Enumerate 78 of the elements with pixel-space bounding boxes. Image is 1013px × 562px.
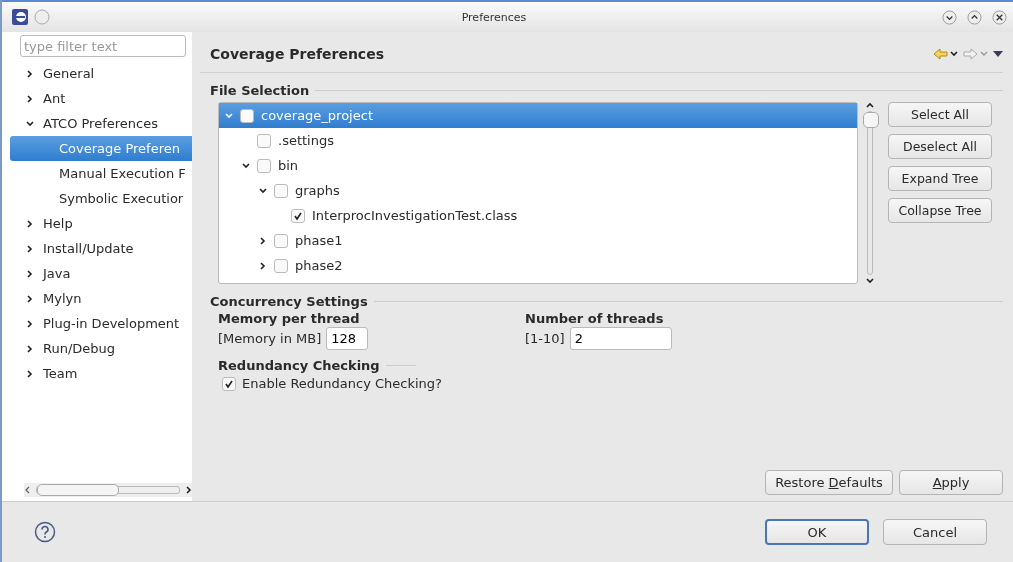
sidebar-item[interactable]: Java	[10, 261, 192, 286]
scrollbar-thumb[interactable]	[37, 484, 119, 496]
back-arrow-icon[interactable]	[933, 48, 959, 60]
checkbox[interactable]	[291, 208, 305, 223]
tree-button[interactable]: Expand Tree	[888, 166, 992, 191]
checkbox-label: Enable Redundancy Checking?	[242, 376, 442, 391]
tree-item[interactable]: graphs	[219, 178, 857, 203]
tree-item[interactable]: bin	[219, 153, 857, 178]
field-title: Number of threads	[525, 311, 665, 326]
field-label: [Memory in MB]	[218, 331, 322, 346]
tree-button[interactable]: Select All	[888, 102, 992, 127]
filter-field[interactable]: type filter text	[20, 35, 186, 57]
window-title: Preferences	[460, 10, 528, 24]
caret-down-icon[interactable]	[242, 161, 250, 170]
app-icon	[12, 9, 28, 25]
tree-item[interactable]: phase1	[219, 228, 857, 253]
checkbox[interactable]	[257, 133, 271, 148]
sidebar-item[interactable]: ATCO Preferences	[10, 111, 192, 136]
scroll-right-icon[interactable]	[184, 486, 192, 494]
caret-right-icon[interactable]	[26, 69, 34, 78]
field-title: Memory per thread	[218, 311, 361, 326]
caret-right-icon[interactable]	[259, 261, 267, 270]
caret-right-icon[interactable]	[26, 369, 34, 378]
tree-button[interactable]: Deselect All	[888, 134, 992, 159]
tree-item[interactable]: coverage_project	[219, 103, 857, 128]
caret-right-icon[interactable]	[26, 269, 34, 278]
sidebar-item[interactable]: Manual Execution F	[10, 161, 192, 186]
caret-right-icon[interactable]	[26, 344, 34, 353]
scroll-up-icon[interactable]	[866, 102, 874, 108]
caret-down-icon[interactable]	[26, 119, 34, 128]
page-title: Coverage Preferences	[210, 46, 385, 62]
tree-item[interactable]: InterprocInvestigationTest.class	[219, 203, 857, 228]
maximize-icon[interactable]	[967, 9, 982, 25]
caret-right-icon[interactable]	[26, 219, 34, 228]
scroll-left-icon[interactable]	[24, 486, 32, 494]
section-title: Concurrency Settings	[210, 294, 368, 309]
page-button[interactable]: Apply	[899, 470, 1003, 495]
caret-down-icon[interactable]	[259, 186, 267, 195]
scroll-down-icon[interactable]	[866, 278, 874, 284]
checkbox[interactable]	[222, 376, 236, 391]
checkbox[interactable]	[274, 233, 288, 248]
minimize-icon[interactable]	[942, 9, 957, 25]
tree-item[interactable]: .settings	[219, 128, 857, 153]
dialog-button[interactable]: Cancel	[883, 519, 987, 545]
sidebar-item[interactable]: Install/Update	[10, 236, 192, 261]
checkbox[interactable]	[274, 258, 288, 273]
sidebar-item[interactable]: Team	[10, 361, 192, 386]
horizontal-scrollbar[interactable]	[24, 483, 192, 497]
sidebar-item[interactable]: Help	[10, 211, 192, 236]
sidebar-item[interactable]: General	[10, 61, 192, 86]
menu-icon[interactable]	[993, 50, 1003, 58]
sidebar-item[interactable]: Plug-in Development	[10, 311, 192, 336]
sidebar-item[interactable]: Ant	[10, 86, 192, 111]
caret-right-icon[interactable]	[259, 236, 267, 245]
threads-field[interactable]: 2	[569, 327, 672, 350]
field-label: [1-10]	[525, 331, 565, 346]
vertical-scrollbar[interactable]	[862, 102, 878, 284]
scrollbar-thumb[interactable]	[863, 112, 879, 128]
close-icon[interactable]	[992, 9, 1007, 25]
sidebar-item[interactable]: Symbolic Executior	[10, 186, 192, 211]
sidebar-item[interactable]: Coverage Preferen	[10, 136, 192, 161]
section-title: File Selection	[210, 83, 310, 98]
sidebar-item[interactable]: Mylyn	[10, 286, 192, 311]
help-icon[interactable]	[34, 521, 56, 543]
page-button[interactable]: Restore Defaults	[765, 470, 893, 495]
checkbox[interactable]	[274, 183, 288, 198]
section-title: Redundancy Checking	[218, 358, 380, 373]
memory-field[interactable]: 128	[326, 327, 369, 350]
checkbox[interactable]	[257, 158, 271, 173]
caret-right-icon[interactable]	[26, 319, 34, 328]
caret-right-icon[interactable]	[26, 294, 34, 303]
tree-button[interactable]: Collapse Tree	[888, 198, 992, 223]
sidebar-item[interactable]: Run/Debug	[10, 336, 192, 361]
checkbox[interactable]	[240, 108, 254, 123]
caret-right-icon[interactable]	[26, 94, 34, 103]
caret-right-icon[interactable]	[26, 244, 34, 253]
tree-item[interactable]: phase2	[219, 253, 857, 278]
dialog-button[interactable]: OK	[765, 519, 869, 545]
